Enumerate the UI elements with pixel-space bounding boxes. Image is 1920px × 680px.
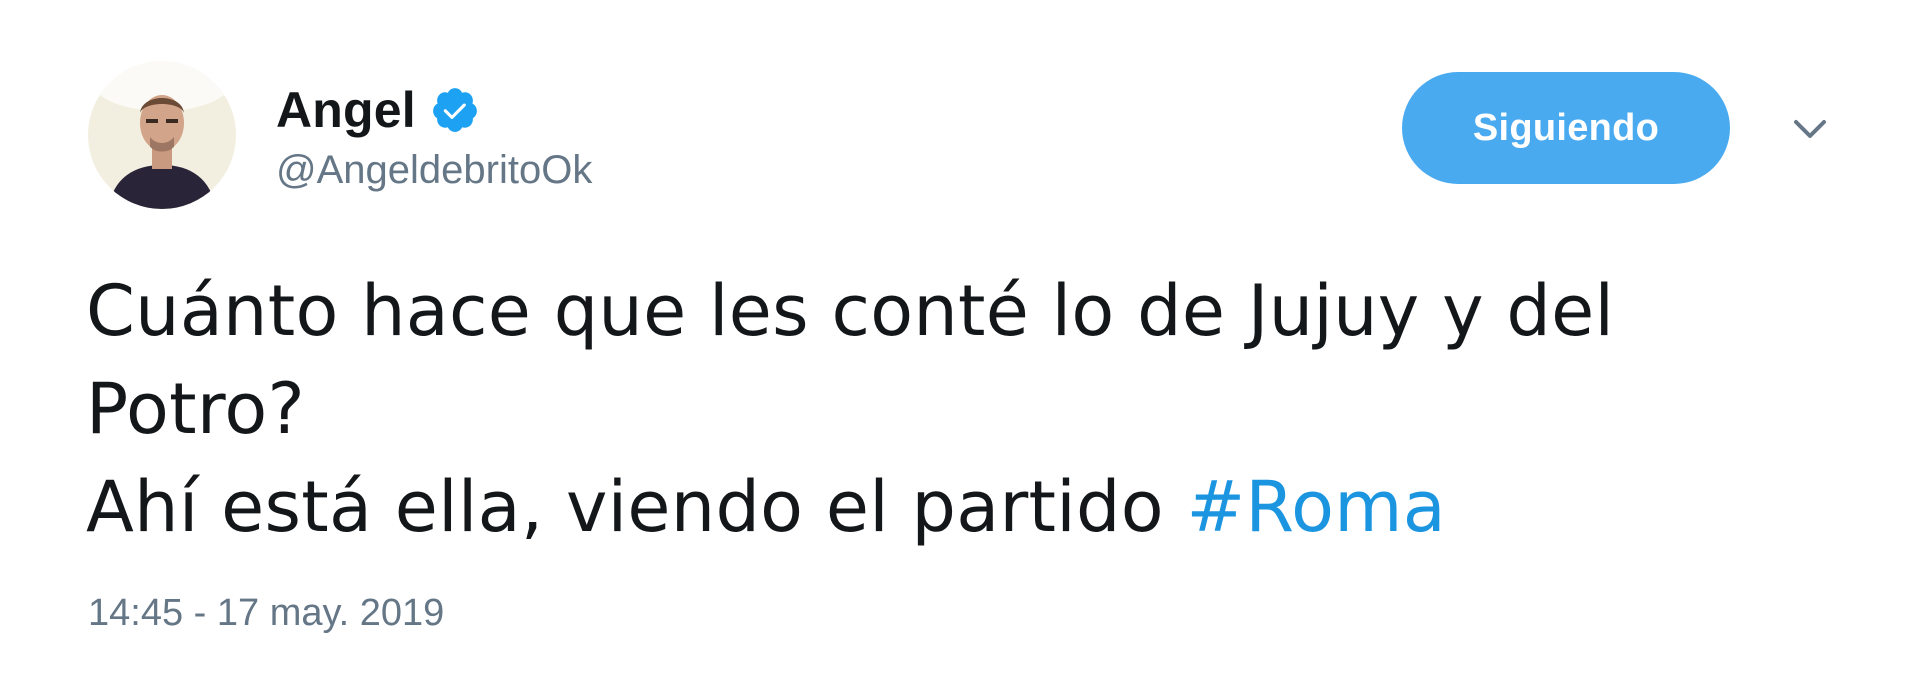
tweet-text-line: Potro? [86,368,306,450]
tweet-header: Angel @AngeldebritoOk [88,60,592,210]
tweet-text: Cuánto hace que les conté lo de Jujuy y … [86,262,1866,556]
following-button[interactable]: Siguiendo [1402,72,1730,184]
name-row: Angel [276,78,592,142]
tweet-text-segment: Ahí está ella, viendo el partido [86,466,1187,548]
chevron-down-icon[interactable] [1790,112,1830,144]
display-name[interactable]: Angel [276,81,416,139]
user-handle[interactable]: @AngeldebritoOk [276,148,592,193]
avatar[interactable] [88,61,236,209]
verified-badge-icon [430,85,480,135]
tweet-text-line: Ahí está ella, viendo el partido #Roma [86,458,1866,556]
tweet-card: Angel @AngeldebritoOk Siguiendo Cuánto h… [0,0,1920,680]
profile-photo [88,61,236,209]
tweet-timestamp[interactable]: 14:45 - 17 may. 2019 [88,592,444,635]
tweet-text-line: Cuánto hace que les conté lo de Jujuy y … [86,270,1615,352]
user-names: Angel @AngeldebritoOk [276,78,592,193]
hashtag-link[interactable]: #Roma [1186,466,1446,548]
